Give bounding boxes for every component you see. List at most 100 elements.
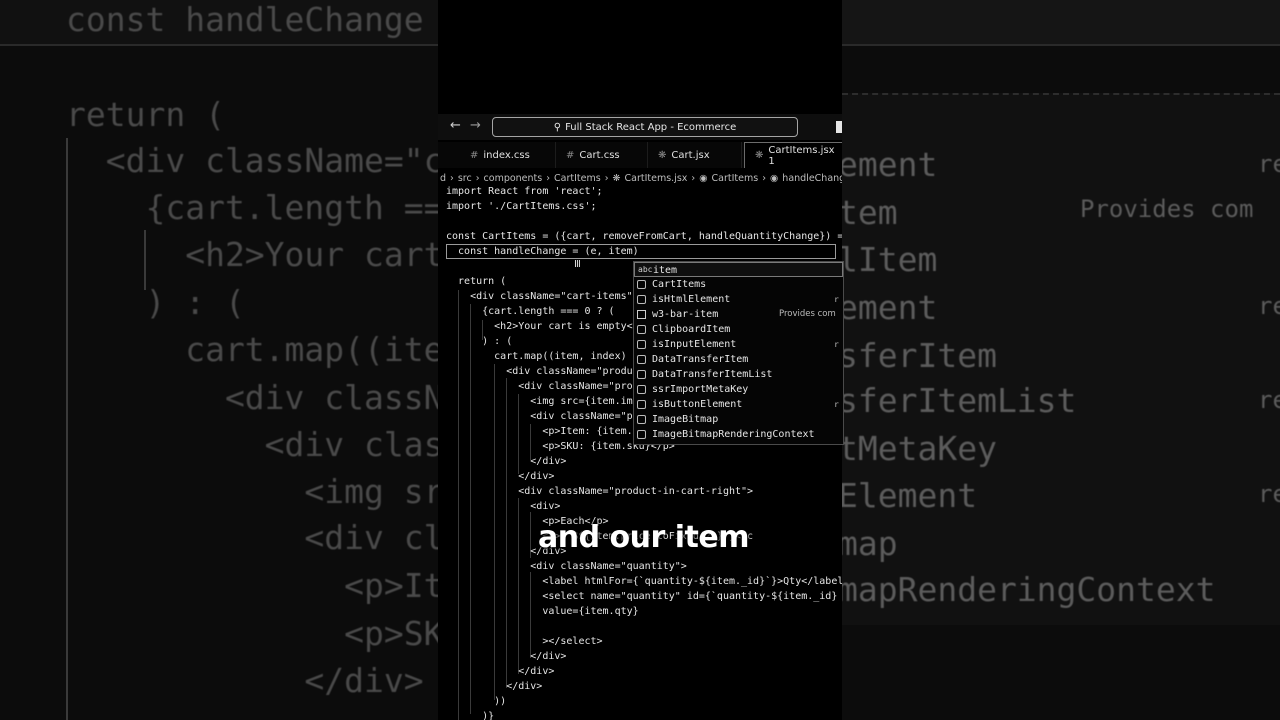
code-line: value={item.qty} [446, 606, 639, 617]
bg-indent-guide [66, 138, 68, 720]
suggestion-item[interactable]: ImageBitmap [634, 412, 843, 427]
symbol-icon [637, 400, 646, 409]
suggestion-widget: abc item CartItems isHtmlElement r w3-bar-… [633, 261, 844, 445]
breadcrumb-item[interactable]: d [440, 173, 446, 184]
code-line: </div> [446, 456, 567, 467]
tab-cartitems-jsx[interactable]: ❋ CartItems.jsx 1 [744, 142, 842, 168]
code-line: )) [446, 696, 507, 707]
breadcrumb-item[interactable]: handleChange [782, 173, 842, 184]
breadcrumb-item[interactable]: components [484, 173, 543, 184]
code-line: <div> [446, 501, 561, 512]
symbol-icon [637, 340, 646, 349]
symbol-icon [637, 355, 646, 364]
tab-cart-css[interactable]: # Cart.css [556, 142, 648, 168]
code-line: <div className="pro [446, 381, 633, 392]
code-line: <div className="p [446, 411, 633, 422]
bg-code-line: <div class [66, 425, 438, 464]
video-caption: and our item [538, 520, 749, 555]
bg-code-line: <img src [66, 472, 438, 511]
text-cursor-icon: Ⅲ [574, 259, 581, 270]
suggestion-item[interactable]: isHtmlElement r [634, 292, 843, 307]
suggestion-item[interactable]: ssrImportMetaKey [634, 382, 843, 397]
tab-label: Cart.css [579, 149, 620, 161]
code-line: </div> [446, 666, 555, 677]
bg-code-line: return ( [66, 95, 225, 134]
bg-code-line: {cart.length === [66, 188, 438, 227]
bg-suggest-detail: re [1258, 480, 1280, 508]
chevron-right-icon: › [691, 172, 696, 184]
bg-code-line: </div> [66, 661, 424, 700]
code-line: <div className="produ [446, 366, 633, 377]
code-line: {cart.length === 0 ? ( [446, 306, 615, 317]
bg-suggest-line: ement [842, 145, 938, 184]
bg-suggest-line: lItem [842, 240, 938, 279]
code-line: <label htmlFor={`quantity-${item._id}`}>… [446, 576, 842, 587]
code-line: </div> [446, 651, 567, 662]
bg-suggest-line: Element [842, 476, 978, 515]
react-file-icon: ❋ [612, 172, 621, 184]
code-line: ></select> [446, 636, 603, 647]
zoomed-background-right: ement tem lItem ement sferItem sferItemL… [842, 0, 1280, 720]
code-line: </div> [446, 471, 555, 482]
chevron-right-icon: › [546, 172, 551, 184]
code-line: <div className="product-in-cart-right"> [446, 486, 754, 497]
symbol-icon [637, 370, 646, 379]
react-file-icon: ❋ [658, 149, 667, 161]
symbol-icon [637, 415, 646, 424]
suggestion-item[interactable]: abc item [634, 262, 843, 277]
code-line: import './CartItems.css'; [446, 201, 597, 212]
suggestion-item[interactable]: isInputElement r [634, 337, 843, 352]
symbol-icon: ◉ [770, 172, 779, 184]
suggestion-item[interactable]: CartItems [634, 277, 843, 292]
bg-suggest-line: sferItem [842, 336, 997, 375]
bg-suggest-detail: Provides com [1080, 195, 1254, 223]
suggestion-item[interactable]: ClipboardItem [634, 322, 843, 337]
bg-suggest-line: tMetaKey [842, 429, 997, 468]
tab-label: index.css [483, 149, 530, 161]
bg-code-line: <p>SKU [66, 614, 438, 653]
tab-index-css[interactable]: # index.css [460, 142, 556, 168]
symbol-icon [637, 385, 646, 394]
bg-suggest-line: mapRenderingContext [842, 570, 1216, 609]
code-line: <div className="quantity"> [446, 561, 687, 572]
bg-code-line: <h2>Your cart [66, 235, 438, 274]
suggestion-item[interactable]: w3-bar-item Provides com [634, 307, 843, 322]
bg-right-toolbar [842, 0, 1280, 46]
breadcrumb-item[interactable]: src [458, 173, 472, 184]
symbol-icon [637, 280, 646, 289]
window-control[interactable] [836, 121, 842, 133]
breadcrumb-item[interactable]: CartItems.jsx [625, 173, 688, 184]
arrow-left-icon[interactable]: ← [450, 118, 461, 133]
tab-cart-jsx[interactable]: ❋ Cart.jsx [648, 142, 742, 168]
tab-label: CartItems.jsx 1 [768, 144, 835, 167]
suggestion-item[interactable]: isButtonElement r [634, 397, 843, 412]
arrow-right-icon[interactable]: → [470, 118, 481, 133]
code-line: <select name="quantity" id={`quantity-${… [446, 591, 838, 602]
symbol-icon [637, 325, 646, 334]
code-line: ) : ( [446, 336, 513, 347]
chevron-right-icon: › [604, 172, 609, 184]
symbol-icon [637, 295, 646, 304]
code-line: <h2>Your cart is empty< [446, 321, 633, 332]
chevron-right-icon: › [450, 172, 454, 184]
bg-suggest-detail: re [1258, 150, 1280, 178]
bg-code-line: <div cla [66, 518, 438, 557]
bg-suggest-line: ement [842, 288, 938, 327]
suggestion-item[interactable]: ImageBitmapRenderingContext [634, 427, 843, 442]
breadcrumb-item[interactable]: CartItems [712, 173, 759, 184]
bg-suggest-detail: re [1258, 386, 1280, 414]
code-line: <p>Item: {item. [446, 426, 633, 437]
editor-tabs: # index.css # Cart.css ❋ Cart.jsx ❋ CartItem… [438, 142, 842, 168]
code-line: )} [446, 711, 495, 720]
bg-suggest-line: sferItemList [842, 381, 1077, 420]
code-line: <img src={item.im [446, 396, 633, 407]
bg-code-line: <p>Ite [66, 566, 438, 605]
code-line: <div className="cart-items" [446, 291, 633, 302]
suggestion-item[interactable]: DataTransferItem [634, 352, 843, 367]
breadcrumb-item[interactable]: CartItems [554, 173, 601, 184]
suggestion-item[interactable]: DataTransferItemList [634, 367, 843, 382]
search-icon: ⚲ [553, 121, 562, 133]
command-center-search[interactable]: ⚲ Full Stack React App - Ecommerce [492, 117, 798, 137]
window-title: Full Stack React App - Ecommerce [565, 121, 737, 133]
bg-code-line: cart.map((item [66, 330, 438, 369]
